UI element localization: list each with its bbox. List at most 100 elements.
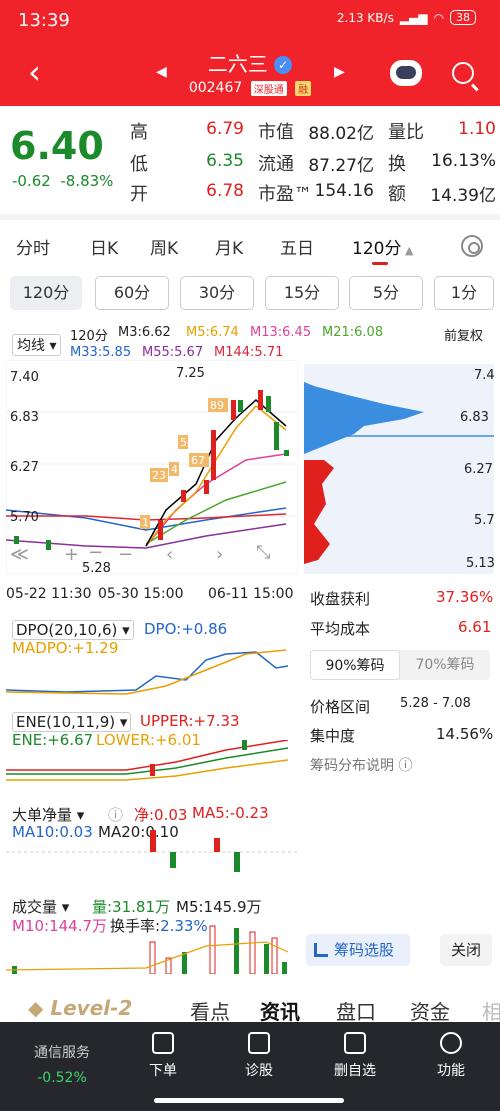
dpo-value: DPO:+0.86 (144, 620, 228, 638)
svg-text:−: − (118, 544, 133, 565)
volume-selector[interactable]: 成交量 ▾ (12, 896, 69, 917)
adjust-type[interactable]: 前复权 (444, 325, 483, 344)
wifi-icon: ◠ (433, 10, 444, 25)
open-value: 6.78 (206, 181, 244, 201)
float-value: 87.27亿 (308, 156, 374, 176)
price-change: -0.62 -8.83% (12, 172, 114, 190)
concentration-label: 集中度 (310, 727, 356, 745)
tab-monthly[interactable]: 月K (215, 234, 243, 259)
tab-chip-70[interactable]: 70%筹码 (400, 650, 490, 680)
volume-value: 量:31.81万 (92, 898, 170, 916)
amount-label: 额 (388, 184, 406, 205)
question-icon: ⓘ (398, 758, 413, 774)
sector-service[interactable]: 通信服务 -0.52% (22, 1042, 102, 1086)
question-icon: ⓘ (108, 806, 124, 824)
y-tick-1: 7.40 (10, 370, 39, 385)
period-60[interactable]: 60分 (95, 276, 169, 310)
chip-tick-4: 5.7 (474, 513, 495, 528)
chip-tick-1: 7.4 (474, 368, 495, 383)
float-label: 流通 (258, 154, 294, 175)
chip-tabs: 90%筹码 70%筹码 (310, 650, 490, 680)
status-time: 13:39 (18, 10, 70, 31)
chip-tick-2: 6.83 (460, 410, 489, 425)
tab-weekly[interactable]: 周K (150, 234, 178, 259)
bigorder-ma5: MA5:-0.23 (192, 804, 269, 822)
ma5: M5:6.74 (186, 325, 239, 340)
x-tick-3: 06-11 15:00 (208, 586, 294, 602)
concentration-value: 14.56% (436, 725, 494, 743)
order-button[interactable]: 下单 (128, 1032, 198, 1080)
svg-text:67: 67 (191, 454, 205, 467)
period-30[interactable]: 30分 (180, 276, 254, 310)
stock-name: 二六三 ✓ (0, 48, 500, 77)
x-tick-2: 05-30 15:00 (98, 586, 184, 602)
svg-text:−: − (88, 542, 103, 563)
svg-text:5: 5 (180, 436, 187, 449)
ma-selector[interactable]: 均线 ▾ (12, 334, 62, 356)
period-15[interactable]: 15分 (265, 276, 339, 310)
tab-level2[interactable]: ◆ Level-2 (28, 996, 132, 1020)
bigorder-chart (6, 830, 298, 872)
x-tick-1: 05-22 11:30 (6, 586, 92, 602)
low-mark: 5.28 (82, 561, 111, 576)
svg-text:‹: ‹ (166, 544, 173, 565)
volume-ratio-value: 1.10 (458, 119, 496, 139)
search-icon[interactable] (452, 62, 474, 84)
tab-underline (372, 262, 388, 265)
svg-text:89: 89 (210, 399, 224, 412)
ma33: M33:5.85 (70, 345, 132, 360)
functions-button[interactable]: 功能 (416, 1032, 486, 1080)
hk-connect-tag: 深股通 (250, 80, 287, 96)
tab-daily[interactable]: 日K (90, 234, 118, 259)
stock-code-row: 002467 深股通 融 (0, 80, 500, 96)
status-bar-icons: 2.13 KB/s ▂▄▆ ◠ 38 (337, 10, 476, 25)
svg-text:›: › (216, 544, 223, 565)
bigorder-selector[interactable]: 大单净量 ▾ (12, 804, 84, 825)
ma-period: 120分 (70, 329, 108, 344)
diamond-icon: ◆ (28, 996, 44, 1020)
pe-value: 154.16 (314, 181, 374, 201)
divider (0, 214, 500, 220)
tab-120min[interactable]: 120分 ▲ (352, 234, 413, 259)
dpo-selector[interactable]: DPO(20,10,6) ▾ (12, 620, 134, 640)
ma144: M144:5.71 (214, 345, 284, 360)
tab-intraday[interactable]: 分时 (16, 234, 50, 259)
svg-text:4: 4 (171, 463, 178, 476)
remove-watchlist-button[interactable]: 删自选 (320, 1032, 390, 1080)
diagnose-icon (248, 1032, 270, 1054)
tab-more[interactable]: 相 (482, 996, 500, 1025)
signal-icon: ▂▄▆ (399, 10, 428, 25)
candlestick-chart[interactable]: 1 23 4 5 67 89 ≪ + − − ‹ › ⤡ (6, 360, 298, 574)
high-value: 6.79 (206, 119, 244, 139)
app-header: 13:39 2.13 KB/s ▂▄▆ ◠ 38 ‹ ◀ ▶ 二六三 ✓ 002… (0, 0, 500, 106)
avg-cost-value: 6.61 (458, 618, 492, 636)
tab-orderbook[interactable]: 盘口 (336, 996, 376, 1025)
chip-select-button[interactable]: 筹码选股 (306, 934, 410, 966)
period-5[interactable]: 5分 (349, 276, 423, 310)
tab-news[interactable]: 资讯 (260, 996, 300, 1025)
tab-highlights[interactable]: 看点 (190, 996, 230, 1025)
y-tick-3: 6.27 (10, 460, 39, 475)
period-1[interactable]: 1分 (434, 276, 494, 310)
robot-icon[interactable] (390, 60, 422, 86)
diagnose-button[interactable]: 诊股 (224, 1032, 294, 1080)
ma55: M55:5.67 (142, 345, 204, 360)
close-button[interactable]: 关闭 (440, 934, 492, 966)
tab-chip-90[interactable]: 90%筹码 (310, 650, 400, 680)
tab-five-day[interactable]: 五日 (280, 234, 314, 259)
ene-upper: UPPER:+7.33 (140, 712, 240, 730)
ma3: M3:6.62 (118, 325, 171, 340)
period-120[interactable]: 120分 (10, 276, 82, 310)
ma13: M13:6.45 (250, 325, 312, 340)
bigorder-net: 净:0.03 (134, 806, 188, 824)
order-icon (152, 1032, 174, 1054)
svg-text:⤡: ⤡ (256, 542, 270, 563)
current-price: 6.40 (10, 124, 104, 168)
ene-selector[interactable]: ENE(10,11,9) ▾ (12, 712, 132, 732)
volume-chart (6, 925, 289, 974)
tab-funds[interactable]: 资金 (410, 996, 450, 1025)
gear-icon[interactable] (461, 235, 483, 257)
chip-explain-link[interactable]: 筹码分布说明 ⓘ (310, 755, 412, 775)
home-indicator[interactable] (154, 1098, 344, 1103)
svg-text:+: + (64, 544, 79, 565)
